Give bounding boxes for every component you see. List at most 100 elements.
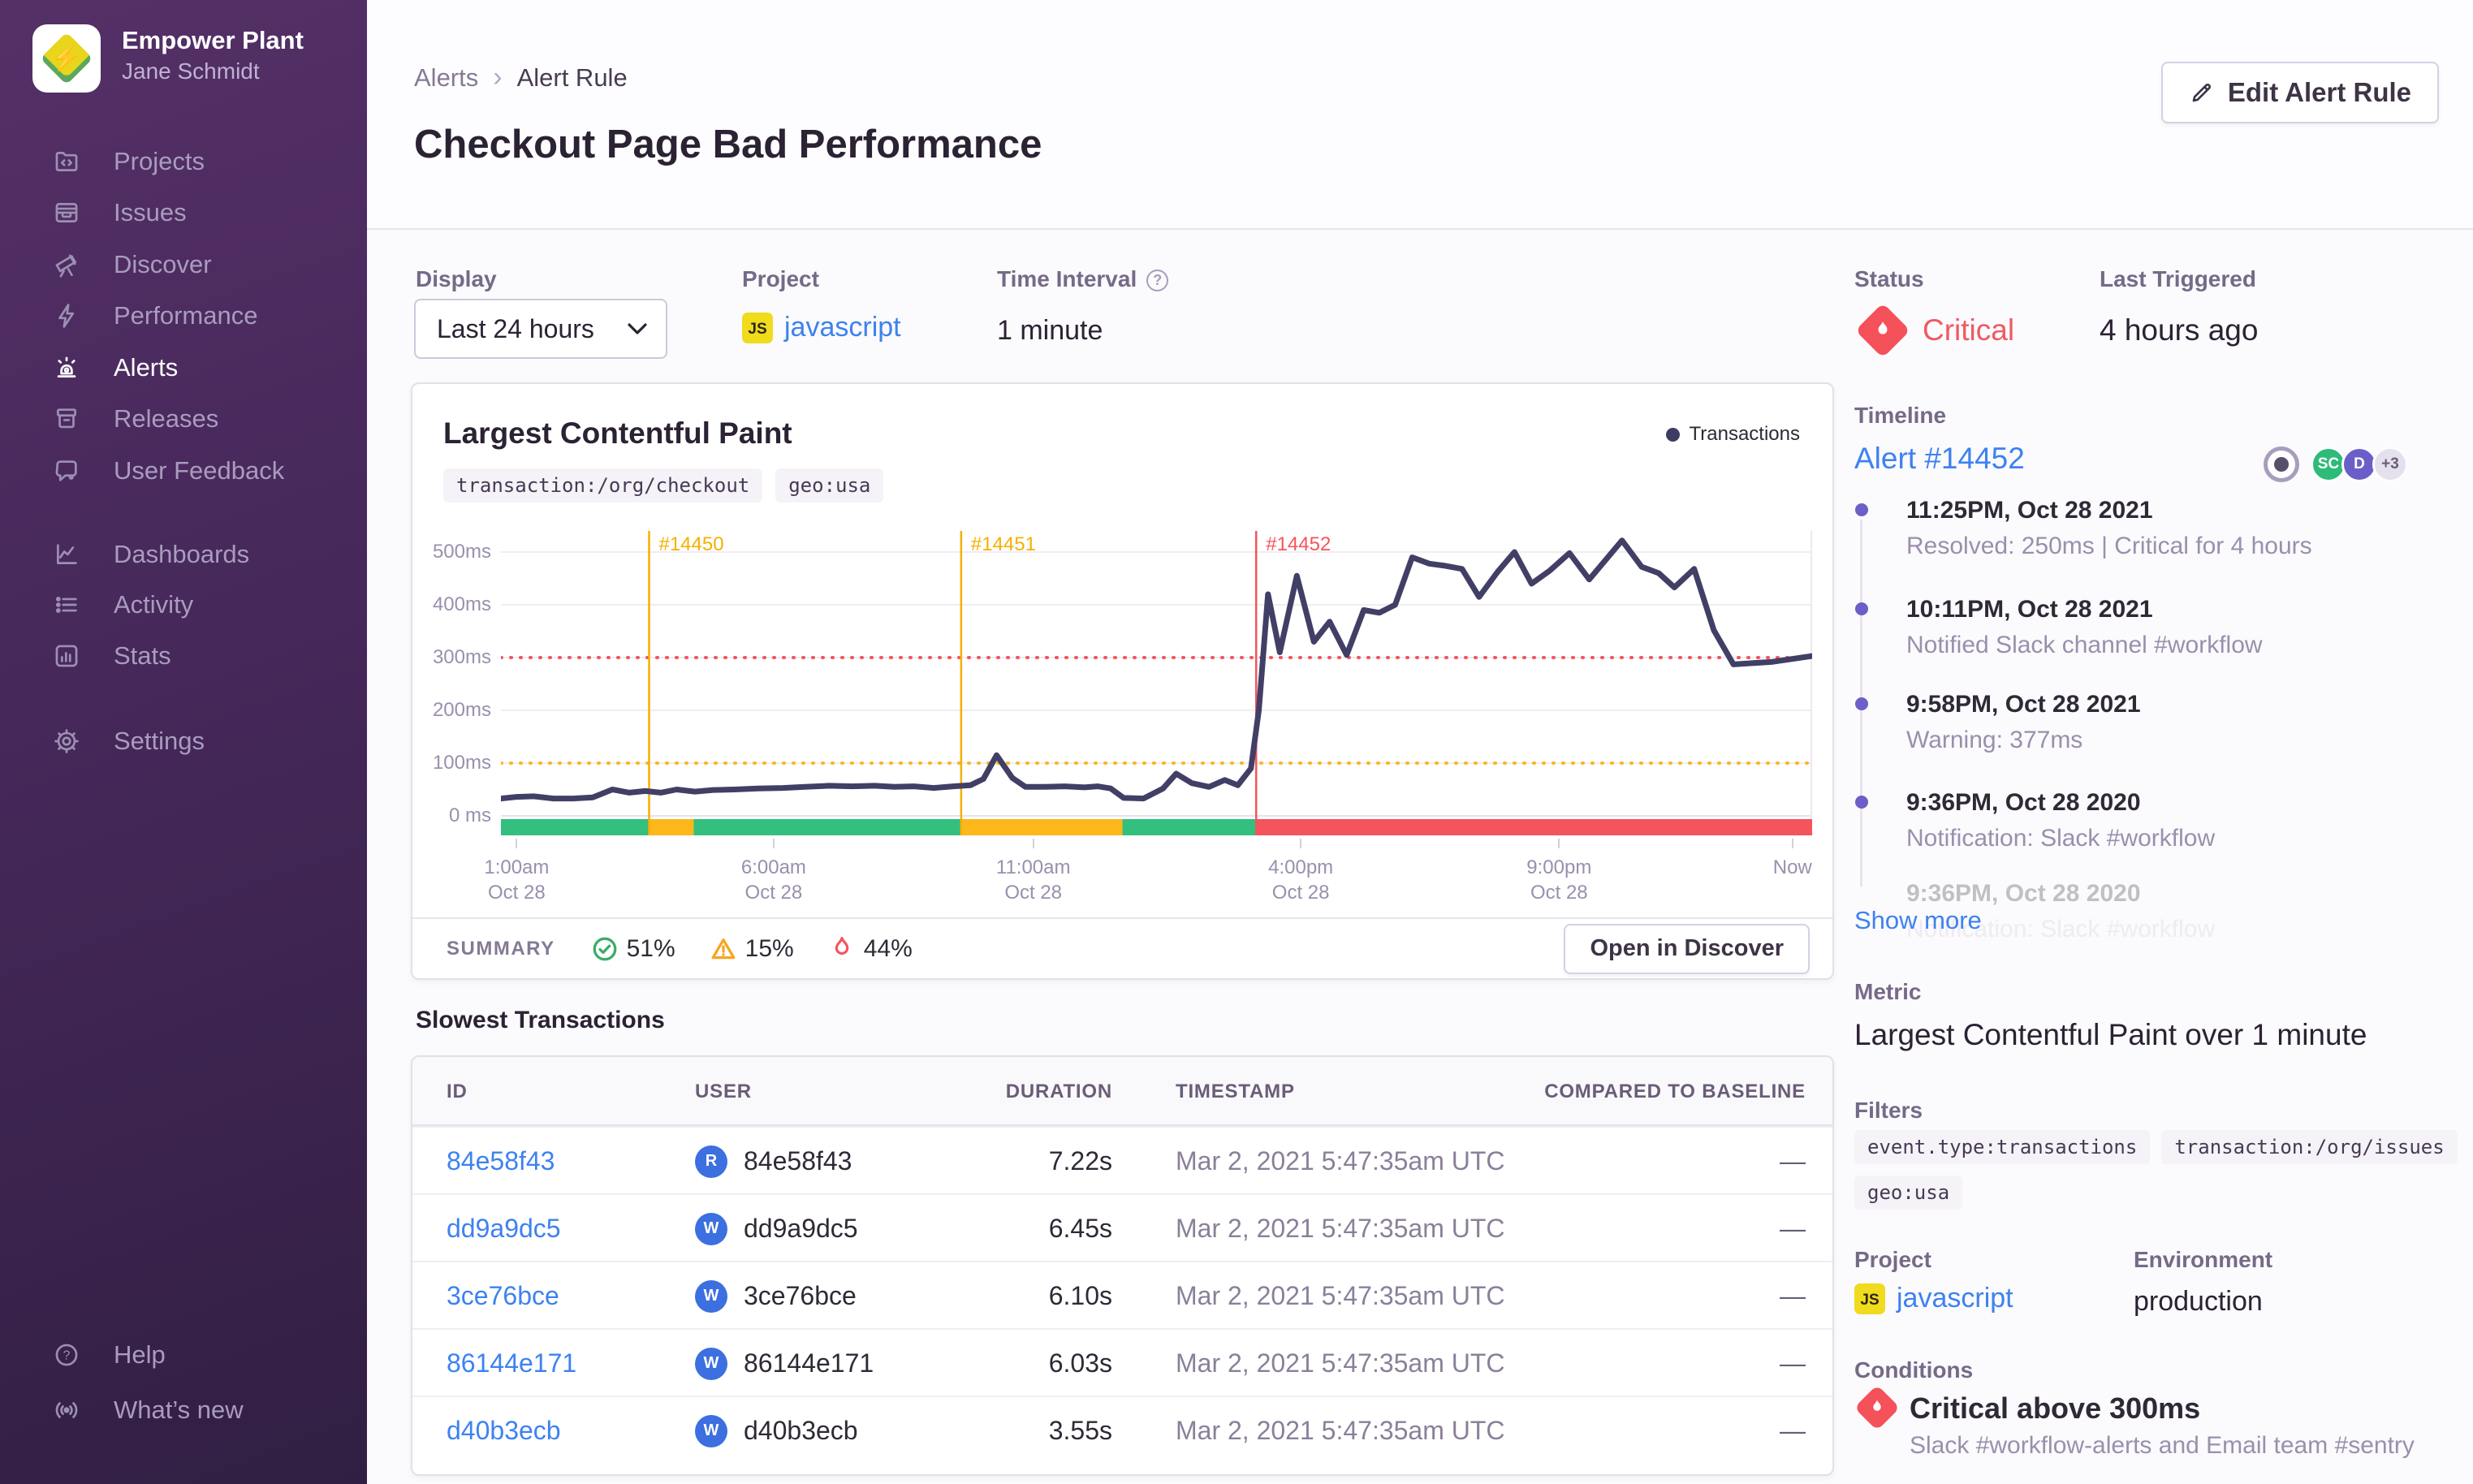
user-name: 84e58f43 [744, 1146, 852, 1176]
activity-icon [52, 590, 81, 619]
summary-warning-stat: 15% [710, 935, 794, 963]
sidebar-item-label: Stats [114, 641, 171, 670]
condition-actions: Slack #workflow-alerts and Email team #s… [1910, 1432, 2415, 1459]
summary-label: SUMMARY [447, 937, 555, 960]
display-range-dropdown[interactable]: Last 24 hours [414, 299, 667, 359]
user-feedback-icon [52, 456, 81, 485]
y-axis-label: 100ms [432, 752, 491, 774]
avatar-badge-more[interactable]: +3 [2372, 446, 2408, 482]
user-avatar: W [695, 1414, 727, 1447]
sidebar-item-label: What’s new [114, 1396, 244, 1424]
x-axis-label: 6:00am Oct 28 [740, 856, 806, 904]
transactions-series-line [501, 537, 1812, 802]
org-logo: ⚡ [32, 24, 101, 93]
sidebar-item-label: Help [114, 1340, 166, 1369]
transaction-id-link[interactable]: d40b3ecb [447, 1416, 561, 1446]
transaction-id-link[interactable]: 3ce76bce [447, 1281, 559, 1311]
sidebar-item-activity[interactable]: Activity [52, 581, 193, 628]
timeline-entry-time: 11:25PM, Oct 28 2021 [1906, 497, 2153, 524]
user-name: dd9a9dc5 [744, 1214, 858, 1243]
panel-project-label: Project [1854, 1247, 1931, 1272]
lcp-chart-plot[interactable]: #14450 #14451 #14452 [501, 531, 1812, 835]
activity-bar-ok [1122, 819, 1257, 835]
open-in-discover-button[interactable]: Open in Discover [1564, 923, 1810, 974]
sidebar-item-settings[interactable]: Settings [52, 718, 205, 765]
org-switcher[interactable]: ⚡ Empower Plant Jane Schmidt [32, 24, 304, 93]
user-name: d40b3ecb [744, 1416, 858, 1445]
sidebar-item-label: Alerts [114, 353, 179, 382]
x-axis-label: 4:00pm Oct 28 [1268, 856, 1334, 904]
transaction-id-link[interactable]: 86144e171 [447, 1348, 576, 1378]
col-duration: DURATION [1005, 1080, 1112, 1102]
col-timestamp: TIMESTAMP [1176, 1080, 1295, 1102]
timeline-entry-time-faded: 9:36PM, Oct 28 2020 [1906, 880, 2141, 907]
panel-project-link[interactable]: javascript [1897, 1283, 2013, 1314]
last-triggered-label: Last Triggered [2100, 266, 2256, 291]
stats-icon [52, 641, 81, 671]
sidebar-item-performance[interactable]: Performance [52, 292, 257, 339]
warning-triangle-icon [710, 935, 737, 963]
chart-legend: Transactions [1665, 423, 1800, 446]
sidebar-item-stats[interactable]: Stats [52, 632, 171, 679]
help-question-icon[interactable]: ? [1146, 270, 1169, 291]
y-axis-label: 0 ms [448, 805, 491, 826]
table-row: 84e58f43 R 84e58f43 7.22s Mar 2, 2021 5:… [412, 1126, 1832, 1193]
transaction-id-link[interactable]: dd9a9dc5 [447, 1214, 561, 1244]
transaction-id-link[interactable]: 84e58f43 [447, 1146, 555, 1176]
duration-value: 7.22s [1048, 1146, 1112, 1176]
x-axis-label: Now [1772, 856, 1812, 878]
timeline-alert-link[interactable]: Alert #14452 [1854, 442, 2025, 476]
project-javascript-link[interactable]: javascript [784, 312, 901, 343]
sidebar-item-help[interactable]: ? Help [52, 1331, 166, 1378]
sidebar-item-label: Issues [114, 198, 187, 226]
y-axis-label: 500ms [432, 541, 491, 563]
sidebar-item-label: Projects [114, 147, 205, 175]
environment-value: production [2134, 1286, 2263, 1317]
projects-icon [52, 147, 81, 176]
breadcrumb: Alerts › Alert Rule [414, 62, 628, 93]
breadcrumb-alerts-link[interactable]: Alerts [414, 63, 478, 93]
x-axis-tick [1558, 839, 1560, 848]
timeline-entry-desc: Warning: 377ms [1906, 727, 2083, 753]
show-more-link[interactable]: Show more [1854, 906, 1982, 935]
sidebar-item-label: Discover [114, 250, 212, 278]
sidebar-item-label: Dashboards [114, 540, 250, 568]
critical-fire-icon [1855, 303, 1910, 358]
javascript-platform-icon: JS [742, 312, 773, 343]
baseline-value: — [1780, 1348, 1806, 1378]
last-triggered-value: 4 hours ago [2100, 313, 2259, 347]
lcp-chart-card: Largest Contentful Paint transaction:/or… [411, 382, 1834, 980]
sidebar-item-whats-new[interactable]: What’s new [52, 1387, 244, 1434]
org-name: Empower Plant [122, 26, 304, 54]
duration-value: 6.10s [1048, 1281, 1112, 1310]
app: ⚡ Empower Plant Jane Schmidt Projects Is… [0, 0, 2473, 1484]
legend-dot-icon [1665, 427, 1680, 442]
sidebar-item-label: Settings [114, 727, 205, 755]
sidebar-item-dashboards[interactable]: Dashboards [52, 531, 249, 578]
user-name: 3ce76bce [744, 1281, 857, 1310]
releases-icon [52, 404, 81, 434]
user-avatar: R [695, 1145, 727, 1178]
filters-label: Filters [1854, 1098, 1923, 1123]
gear-icon [52, 727, 81, 756]
timeline-entry-desc: Notified Slack channel #workflow [1906, 632, 2263, 658]
sidebar-item-discover[interactable]: Discover [52, 241, 212, 288]
user-avatar: W [695, 1212, 727, 1245]
eye-icon[interactable] [2264, 446, 2299, 482]
sidebar-item-user-feedback[interactable]: User Feedback [52, 447, 284, 494]
sidebar-item-alerts[interactable]: Alerts [52, 344, 178, 391]
y-axis-label: 400ms [432, 593, 491, 615]
sidebar-item-projects[interactable]: Projects [52, 138, 205, 185]
sidebar-item-issues[interactable]: Issues [52, 189, 187, 236]
chart-summary-footer: SUMMARY 51% 15% 44% Open in Discover [412, 917, 1832, 978]
check-circle-icon [591, 935, 619, 963]
sidebar-item-label: Activity [114, 590, 194, 619]
filter-tags: event.type:transactions transaction:/org… [1854, 1130, 2473, 1210]
page-title: Checkout Page Bad Performance [414, 123, 1042, 166]
sidebar-item-releases[interactable]: Releases [52, 395, 218, 442]
org-user: Jane Schmidt [122, 58, 260, 84]
edit-alert-rule-button[interactable]: Edit Alert Rule [2160, 62, 2439, 123]
breadcrumb-chevron-icon: › [493, 62, 503, 93]
incident-marker-label: #14451 [971, 533, 1036, 555]
sidebar-item-label: User Feedback [114, 456, 285, 485]
